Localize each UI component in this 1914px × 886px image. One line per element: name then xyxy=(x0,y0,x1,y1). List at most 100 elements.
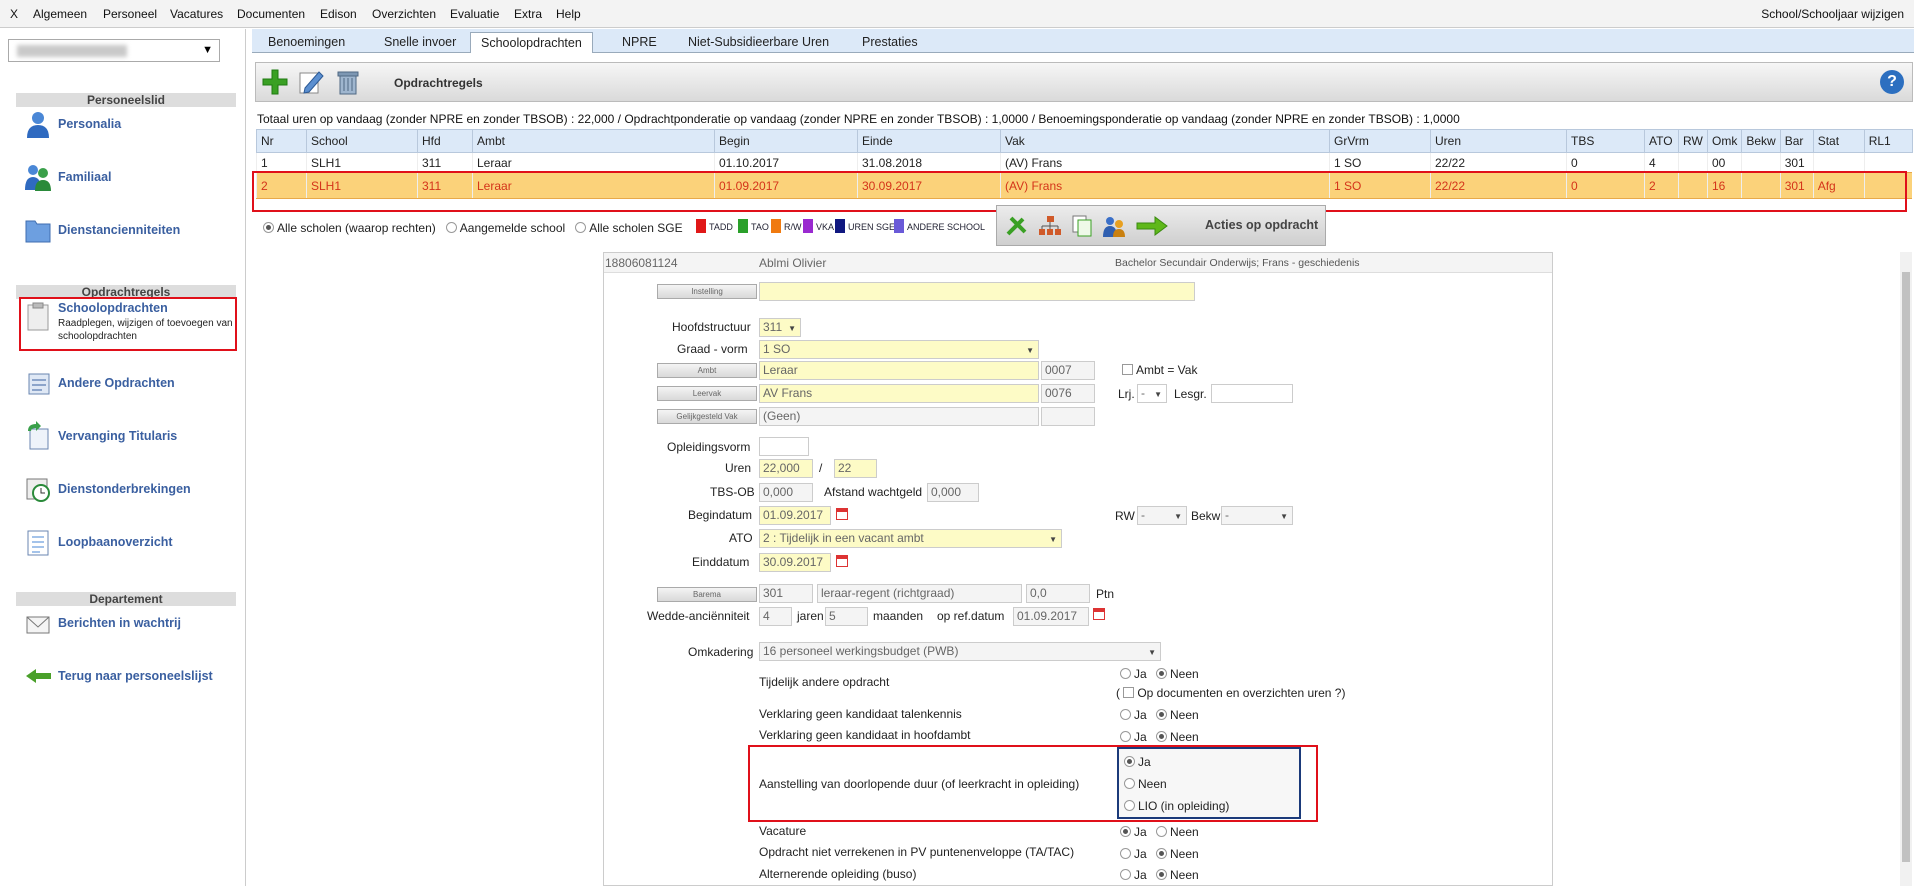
col-header[interactable]: Bekw xyxy=(1741,129,1781,153)
col-header[interactable]: Ambt xyxy=(472,129,715,153)
uren-field[interactable]: 22,000 xyxy=(759,459,813,478)
vacature-ja[interactable]: Ja xyxy=(1120,825,1147,839)
table-row[interactable]: 1 SLH1 311 Leraar 01.10.2017 31.08.2018 … xyxy=(256,152,1913,173)
actions-label[interactable]: Acties op opdracht xyxy=(1205,218,1318,232)
copy-icon[interactable] xyxy=(1069,214,1095,238)
vacature-neen[interactable]: Neen xyxy=(1156,825,1199,839)
menu-vacatures[interactable]: Vacatures xyxy=(170,7,223,21)
col-header[interactable]: Vak xyxy=(1000,129,1330,153)
ambt-vak-checkbox[interactable]: Ambt = Vak xyxy=(1122,363,1197,377)
omkadering-select[interactable]: 16 personeel werkingsbudget (PWB) xyxy=(759,642,1161,661)
tbsob-field[interactable]: 0,000 xyxy=(759,483,813,502)
filter-option-aangemelde[interactable]: Aangemelde school xyxy=(445,221,565,235)
menu-algemeen[interactable]: Algemeen xyxy=(33,7,87,21)
tab-prestaties[interactable]: Prestaties xyxy=(852,32,928,53)
scrollbar-thumb[interactable] xyxy=(1902,272,1910,862)
talenkennis-ja[interactable]: Ja xyxy=(1120,708,1147,722)
help-icon[interactable]: ? xyxy=(1880,70,1904,94)
hoofdambt-neen[interactable]: Neen xyxy=(1156,730,1199,744)
menu-overzichten[interactable]: Overzichten xyxy=(372,7,436,21)
tijdelijk-ja[interactable]: Ja xyxy=(1120,667,1147,681)
col-header[interactable]: Bar xyxy=(1779,129,1814,153)
col-header[interactable]: Einde xyxy=(857,129,1001,153)
leervak-field[interactable]: AV Frans xyxy=(759,384,1039,403)
col-header[interactable]: Stat xyxy=(1812,129,1865,153)
rw-select[interactable]: - xyxy=(1137,506,1187,525)
sidebar-item-dienstancienniteiten[interactable]: Dienstancienniteiten xyxy=(20,213,220,249)
tab-benoemingen[interactable]: Benoemingen xyxy=(258,32,355,53)
col-header[interactable]: TBS xyxy=(1566,129,1645,153)
calendar-icon[interactable] xyxy=(1093,608,1105,620)
tools-icon[interactable] xyxy=(1005,214,1031,238)
sidebar-item-loopbaanoverzicht[interactable]: Loopbaanoverzicht xyxy=(20,525,220,561)
pv-ja[interactable]: Ja xyxy=(1120,847,1147,861)
col-header[interactable]: GrVrm xyxy=(1329,129,1431,153)
sidebar-item-familiaal[interactable]: Familiaal xyxy=(20,160,220,196)
col-header[interactable]: ATO xyxy=(1644,129,1679,153)
ambt-field[interactable]: Leraar xyxy=(759,361,1039,380)
gelijkgesteld-vak-button[interactable]: Gelijkgesteld Vak xyxy=(657,409,757,424)
afstand-wachtgeld-field[interactable]: 0,000 xyxy=(927,483,979,502)
sidebar-item-vervanging-titularis[interactable]: Vervanging Titularis xyxy=(20,419,220,455)
tab-schoolopdrachten[interactable]: Schoolopdrachten xyxy=(470,32,593,53)
opleidingsvorm-field[interactable] xyxy=(759,437,809,456)
edit-icon[interactable] xyxy=(297,68,325,96)
instelling-field[interactable] xyxy=(759,282,1195,301)
alternerende-ja[interactable]: Ja xyxy=(1120,868,1147,882)
menu-extra[interactable]: Extra xyxy=(514,7,542,21)
col-header[interactable]: Begin xyxy=(714,129,858,153)
calendar-icon[interactable] xyxy=(836,508,848,520)
menu-personeel[interactable]: Personeel xyxy=(103,7,157,21)
op-documenten-checkbox[interactable]: ( Op documenten en overzichten uren ?) xyxy=(1116,686,1345,700)
change-school-link[interactable]: School/Schooljaar wijzigen xyxy=(1761,7,1904,21)
jaren-field[interactable]: 4 xyxy=(759,607,792,626)
pv-neen[interactable]: Neen xyxy=(1156,847,1199,861)
tab-niet-subsidieerbare-uren[interactable]: Niet-Subsidieerbare Uren xyxy=(678,32,839,53)
people-icon[interactable] xyxy=(1101,214,1127,238)
col-header[interactable]: Uren xyxy=(1430,129,1567,153)
menu-help[interactable]: Help xyxy=(556,7,581,21)
sidebar-item-berichten[interactable]: Berichten in wachtrij xyxy=(20,606,220,642)
sidebar-item-personalia[interactable]: Personalia xyxy=(20,107,220,143)
col-header[interactable]: Nr xyxy=(256,129,307,153)
menu-evaluatie[interactable]: Evaluatie xyxy=(450,7,499,21)
col-header[interactable]: RL1 xyxy=(1863,129,1913,153)
instelling-button[interactable]: Instelling xyxy=(657,284,757,299)
tijdelijk-neen[interactable]: Neen xyxy=(1156,667,1199,681)
col-header[interactable]: Omk xyxy=(1706,129,1743,153)
lrj-select[interactable]: - xyxy=(1137,384,1167,403)
refdatum-field[interactable]: 01.09.2017 xyxy=(1013,607,1089,626)
graad-select[interactable]: 1 SO xyxy=(759,340,1039,359)
hoofdambt-ja[interactable]: Ja xyxy=(1120,730,1147,744)
person-select[interactable]: ▼ xyxy=(8,39,220,62)
sidebar-item-dienstonderbrekingen[interactable]: Dienstonderbrekingen xyxy=(20,472,220,508)
barema-button[interactable]: Barema xyxy=(657,587,757,602)
col-header[interactable]: School xyxy=(306,129,418,153)
lesgr-field[interactable] xyxy=(1211,384,1293,403)
delete-icon[interactable] xyxy=(334,68,362,96)
ato-select[interactable]: 2 : Tijdelijk in een vacant ambt xyxy=(759,529,1062,548)
hierarchy-icon[interactable] xyxy=(1037,214,1063,238)
arrow-right-icon[interactable] xyxy=(1135,214,1169,238)
filter-option-sge[interactable]: Alle scholen SGE xyxy=(575,221,683,235)
leervak-button[interactable]: Leervak xyxy=(657,386,757,401)
page-scrollbar[interactable] xyxy=(1900,252,1912,886)
add-icon[interactable] xyxy=(261,68,289,96)
calendar-icon[interactable] xyxy=(836,555,848,567)
col-header[interactable]: Hfd xyxy=(417,129,473,153)
menu-documenten[interactable]: Documenten xyxy=(237,7,305,21)
col-header[interactable]: RW xyxy=(1678,129,1708,153)
uren-max-field[interactable]: 22 xyxy=(834,459,877,478)
menu-close[interactable]: X xyxy=(10,7,18,21)
begindatum-field[interactable]: 01.09.2017 xyxy=(759,506,831,525)
sidebar-item-terug[interactable]: Terug naar personeelslijst xyxy=(20,659,230,695)
ambt-button[interactable]: Ambt xyxy=(657,363,757,378)
tab-snelle-invoer[interactable]: Snelle invoer xyxy=(374,32,466,53)
talenkennis-neen[interactable]: Neen xyxy=(1156,708,1199,722)
menu-edison[interactable]: Edison xyxy=(320,7,357,21)
alternerende-neen[interactable]: Neen xyxy=(1156,868,1199,882)
tab-npre[interactable]: NPRE xyxy=(612,32,667,53)
hoofdstructuur-select[interactable]: 311 xyxy=(759,318,801,337)
bekw-select[interactable]: - xyxy=(1221,506,1293,525)
filter-option-alle-scholen[interactable]: Alle scholen (waarop rechten) xyxy=(263,221,436,235)
